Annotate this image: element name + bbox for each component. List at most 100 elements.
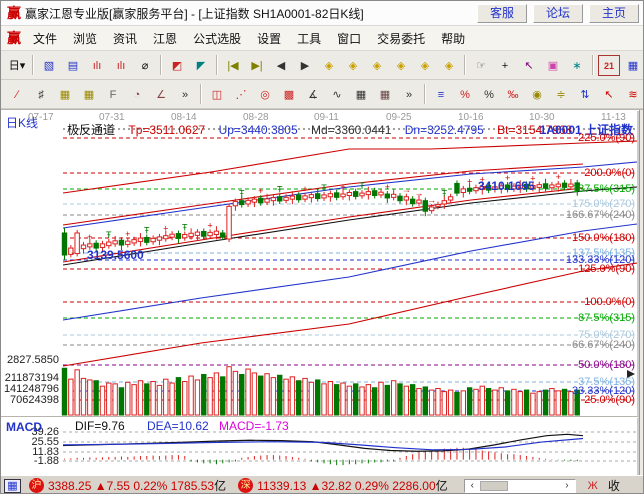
overlay-stock-icon[interactable]: ◩ [166,55,188,76]
sz-amount-unit: 亿 [436,477,448,494]
spiral-tool-icon[interactable]: ◔ [126,84,148,105]
hash-grid-icon[interactable]: ♯ [30,84,52,105]
candle-body [385,194,389,198]
volume-bar [62,368,66,415]
pivot-frame-icon[interactable]: ◫ [206,84,228,105]
scroll-thumb[interactable] [480,481,508,491]
wave-tool-icon[interactable]: ∿ [326,84,348,105]
titlebar-button-forum[interactable]: 论坛 [533,4,583,23]
band-tool-icon[interactable]: ≋ [622,84,644,105]
trend-angle-icon[interactable]: ∡ [302,84,324,105]
percent-label: 200.0%(0) [584,167,635,179]
draw-brush-icon[interactable]: ∕ [6,84,28,105]
prev-bar-icon[interactable]: ◀ [270,55,292,76]
chart-area[interactable]: +Ŧ+Ŧ+Ŧ+Ŧ+Ŧ+Ŧ+Ŧ+→→→Ŧ+++++ 日K线 极反通道 Tp=351… [1,109,644,475]
menu-item-浏览[interactable]: 浏览 [65,28,105,49]
tv-chart-icon[interactable]: ▧ [38,55,60,76]
last-page-icon[interactable]: ▶| [246,55,268,76]
candle-body [290,196,294,199]
diamond-zoom-in-icon[interactable]: ◈ [366,55,388,76]
volume-bar [309,382,313,415]
first-page-icon[interactable]: |◀ [222,55,244,76]
price-ladder-icon[interactable]: ≡ [430,84,452,105]
signal-marker: + [163,224,168,234]
scroll-right-arrow[interactable]: › [559,480,574,491]
more-tools-2-icon[interactable]: » [398,84,420,105]
angle-ruler-icon[interactable]: ∠ [150,84,172,105]
date-tick-07-17: 07-17 [28,112,54,123]
smart-select-icon[interactable]: ∗ [566,55,588,76]
titlebar-button-service[interactable]: 客服 [477,4,527,23]
titlebar-button-home[interactable]: 主页 [589,4,639,23]
menu-item-资讯[interactable]: 资讯 [105,28,145,49]
menu-item-帮助[interactable]: 帮助 [433,28,473,49]
candle-body [240,201,244,205]
gann-grid-gold-2-icon[interactable]: ▦ [78,84,100,105]
diamond-zoom-out-icon[interactable]: ◈ [390,55,412,76]
stamp-tool-icon[interactable]: ▣ [542,55,564,76]
scroll-left-arrow[interactable]: ‹ [465,480,480,491]
trend-pen-icon[interactable]: ↖ [518,55,540,76]
drag-hand-icon[interactable]: ☞ [470,55,492,76]
menu-item-文件[interactable]: 文件 [25,28,65,49]
next-bar-icon[interactable]: ▶ [294,55,316,76]
percent-t-tool-icon[interactable]: % [454,84,476,105]
shanghai-icon: 沪 [29,478,44,493]
menu-item-交易委托[interactable]: 交易委托 [369,28,433,49]
color-kline-icon[interactable]: ◤ [190,55,212,76]
volume-bar [562,389,566,415]
matrix-grid-2-icon[interactable]: ▦ [374,84,396,105]
diamond-page-right-icon[interactable]: ◈ [342,55,364,76]
volume-bar [385,385,389,415]
menu-item-江恩[interactable]: 江恩 [145,28,185,49]
percent-line-icon[interactable]: ‰ [502,84,524,105]
diamond-page-left-icon[interactable]: ◈ [318,55,340,76]
dn-value: Dn=3252.4795 [405,123,484,137]
right-scroll-strip[interactable] [639,110,644,476]
candle-body [176,234,180,239]
keyboard-icon[interactable]: ▦ [4,479,21,493]
signal-marker: + [340,182,345,192]
volume-bar [353,384,357,415]
candle-body [138,238,142,241]
red-pen-icon[interactable]: ↖ [598,84,620,105]
minute-chart-3-icon[interactable]: ılı [86,55,108,76]
menu-item-设置[interactable]: 设置 [249,28,289,49]
status-scrollbar[interactable]: ‹ › [464,479,576,493]
candle-body [442,201,446,204]
gann-rays-icon[interactable]: ⋰ [230,84,252,105]
candle-body [303,196,307,199]
diamond-expand-icon[interactable]: ◈ [414,55,436,76]
diamond-compress-icon[interactable]: ◈ [438,55,460,76]
calendar-21-icon[interactable]: 21 [598,55,620,76]
volume-bar [531,393,535,415]
percent-label: 166.67%(240) [566,209,635,221]
more-tools-1-icon[interactable]: » [174,84,196,105]
pin-tool-icon[interactable]: ⌀ [134,55,156,76]
percent-label: 66.67%(240) [572,339,635,351]
kline-period-icon[interactable]: 日▾ [6,55,28,76]
receive-label: 收 [608,477,620,494]
pane-separator [1,416,638,418]
gold-section-icon[interactable]: ≑ [550,84,572,105]
candle-body [316,194,320,199]
crosshair-icon[interactable]: + [494,55,516,76]
gold-circle-icon[interactable]: ◉ [526,84,548,105]
percent-label: 225.0%(90) [578,132,635,144]
percent-plain-icon[interactable]: % [478,84,500,105]
signal-marker: → [414,188,423,198]
menu-item-工具[interactable]: 工具 [289,28,329,49]
menu-item-窗口[interactable]: 窗口 [329,28,369,49]
gann-grid-gold-1-icon[interactable]: ▦ [54,84,76,105]
f10-info-icon[interactable]: ▤ [62,55,84,76]
square-cycle-icon[interactable]: ▩ [278,84,300,105]
calculator-icon[interactable]: ▦ [622,55,644,76]
volume-bar [398,384,402,415]
minute-chart-9-icon[interactable]: ılı [110,55,132,76]
matrix-grid-1-icon[interactable]: ▦ [350,84,372,105]
updown-tool-icon[interactable]: ⇅ [574,84,596,105]
fibonacci-f-icon[interactable]: F [102,84,124,105]
menu-item-公式选股[interactable]: 公式选股 [185,28,249,49]
circle-cycle-icon[interactable]: ◎ [254,84,276,105]
indicator-name: 极反通道 [67,123,115,137]
